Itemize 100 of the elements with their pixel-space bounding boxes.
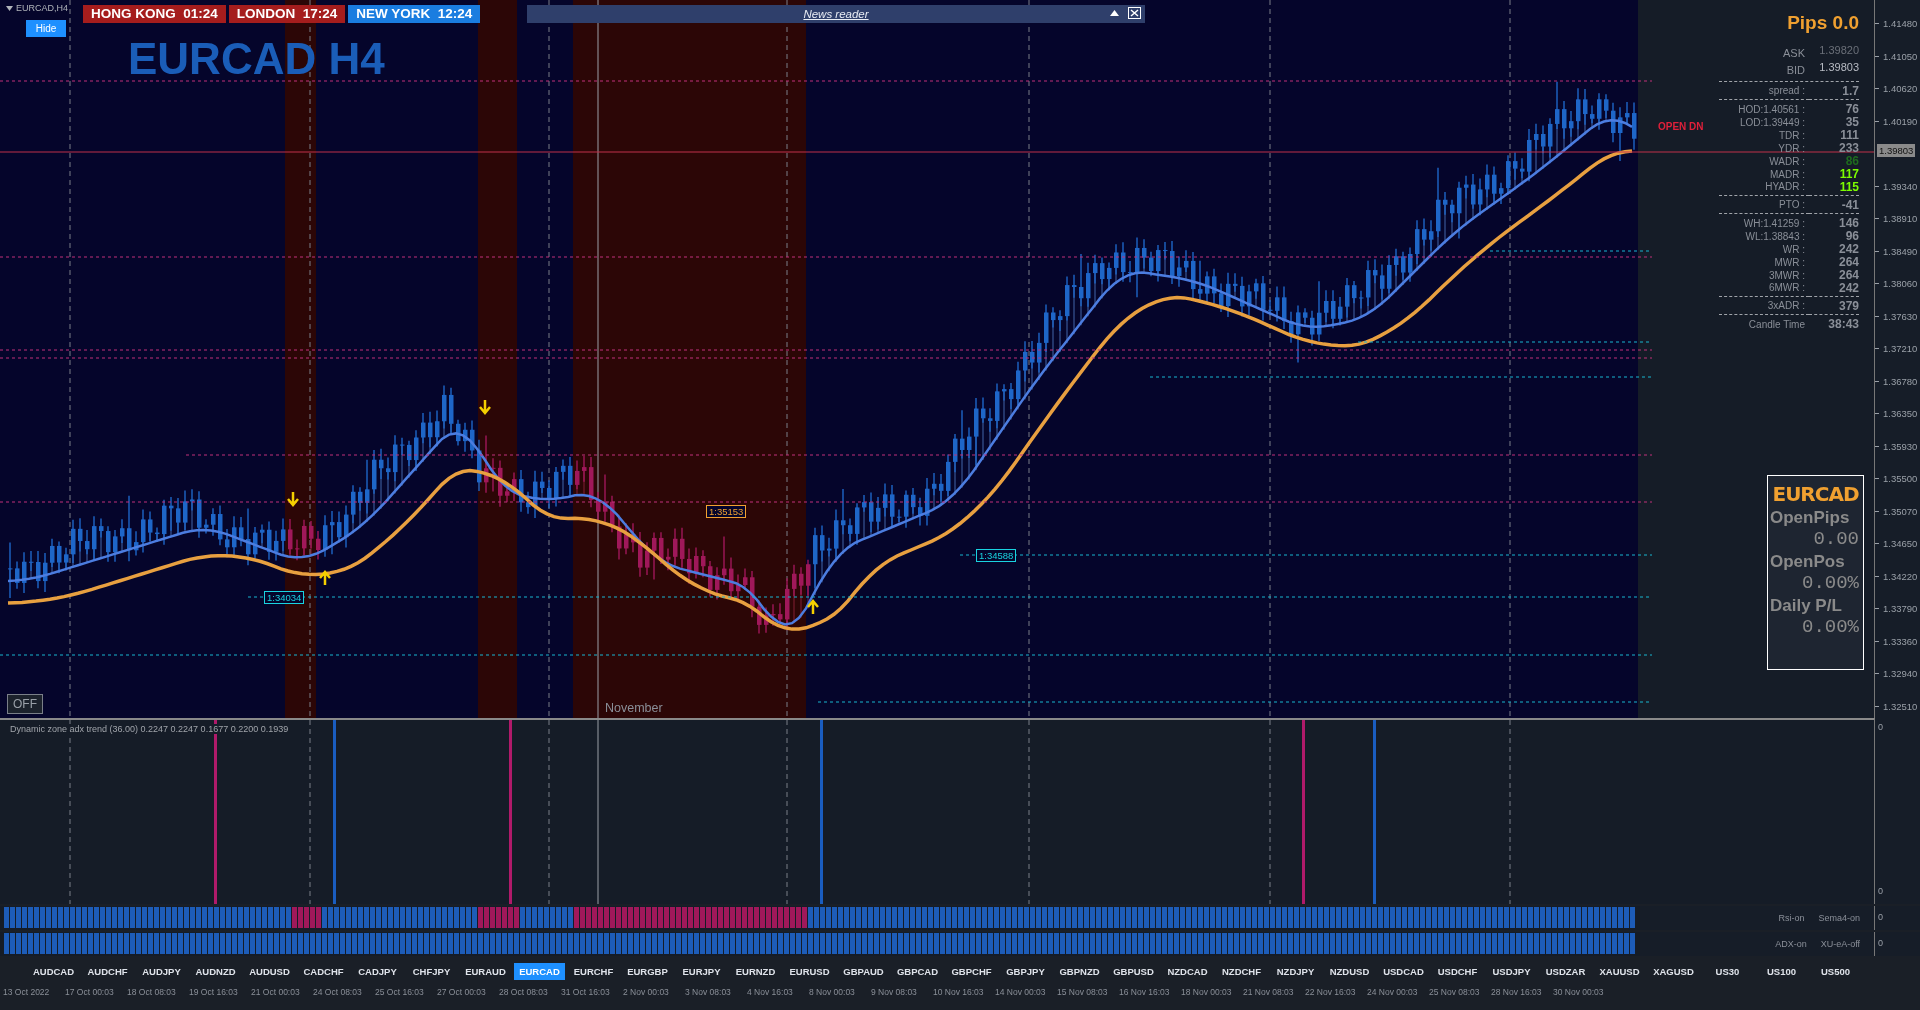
- symbol-button[interactable]: AUDCAD: [28, 962, 79, 980]
- date-label: 30 Nov 00:03: [1553, 987, 1605, 997]
- symbol-button[interactable]: EURCHF: [568, 962, 619, 980]
- stat-label: TDR :: [1777, 130, 1806, 141]
- news-reader-title[interactable]: News reader: [803, 8, 869, 20]
- stat-label: HYADR :: [1719, 181, 1809, 196]
- stat-value: 117: [1839, 168, 1859, 181]
- stat-value: 146: [1838, 217, 1859, 230]
- signal-text: OPEN DN: [1658, 121, 1704, 132]
- symbol-button[interactable]: NZDUSD: [1324, 962, 1375, 980]
- symbol-button[interactable]: USDJPY: [1486, 962, 1537, 980]
- collapse-icon[interactable]: [1109, 7, 1120, 18]
- price-tick: 1.35070: [1883, 505, 1918, 516]
- date-label: 25 Oct 16:03: [375, 987, 425, 997]
- stat-value: 242: [1838, 282, 1859, 295]
- symbol-button[interactable]: AUDUSD: [244, 962, 295, 980]
- stat-value: 379: [1838, 300, 1859, 313]
- symbol-button[interactable]: GBPCHF: [946, 962, 997, 980]
- stat-value: 96: [1845, 230, 1859, 243]
- symbol-button[interactable]: GBPJPY: [1000, 962, 1051, 980]
- symbol-button[interactable]: XAGUSD: [1648, 962, 1699, 980]
- symbol-button[interactable]: XAUUSD: [1594, 962, 1645, 980]
- price-tick: 1.33360: [1883, 635, 1918, 646]
- stat-value: 35: [1845, 116, 1859, 129]
- date-label: 28 Nov 16:03: [1491, 987, 1543, 997]
- date-label: 21 Oct 00:03: [251, 987, 301, 997]
- symbol-button[interactable]: EURGBP: [622, 962, 673, 980]
- price-tick: 1.32940: [1883, 667, 1918, 679]
- date-label: 15 Nov 08:03: [1057, 987, 1109, 997]
- session-clock: HONG KONG 01:24: [83, 5, 226, 23]
- symbol-button[interactable]: AUDNZD: [190, 962, 241, 980]
- symbol-button[interactable]: EURUSD: [784, 962, 835, 980]
- date-label: 28 Oct 08:03: [499, 987, 549, 997]
- symbol-button[interactable]: CHFJPY: [406, 962, 457, 980]
- stat-value: 76: [1845, 103, 1859, 116]
- price-tick: 1.38060: [1883, 277, 1918, 289]
- chart-title: EURCAD H4: [128, 34, 385, 84]
- price-level-label: 1:34588: [976, 549, 1017, 562]
- stat-label: MWR :: [1773, 257, 1806, 268]
- symbol-button[interactable]: GBPNZD: [1054, 962, 1105, 980]
- price-tick: 1.36780: [1883, 375, 1918, 386]
- symbol-button[interactable]: AUDCHF: [82, 962, 133, 980]
- date-label: 2 Nov 00:03: [623, 987, 670, 997]
- off-button[interactable]: OFF: [7, 694, 43, 714]
- symbol-button[interactable]: EURAUD: [460, 962, 511, 980]
- stat-value: 111: [1840, 129, 1859, 142]
- news-reader-bar[interactable]: News reader: [527, 5, 1145, 23]
- stat-value: 86: [1845, 155, 1859, 168]
- symbol-button[interactable]: GBPCAD: [892, 962, 943, 980]
- date-label: 18 Nov 00:03: [1181, 987, 1233, 997]
- symbol-button[interactable]: NZDCHF: [1216, 962, 1267, 980]
- ask-price: 1.39820: [1819, 44, 1859, 57]
- date-label: 24 Oct 08:03: [313, 987, 363, 997]
- date-label: 22 Nov 16:03: [1305, 987, 1357, 997]
- stat-label: WR :: [1781, 244, 1806, 255]
- symbol-button[interactable]: CADCHF: [298, 962, 349, 980]
- arrow-up-icon: [806, 599, 820, 616]
- current-price-label: 1.39803: [1877, 144, 1916, 157]
- stat-value: 264: [1838, 269, 1859, 282]
- symbol-button[interactable]: USDZAR: [1540, 962, 1591, 980]
- date-label: 24 Nov 00:03: [1367, 987, 1419, 997]
- strip-label: Sema4-on: [1818, 913, 1860, 923]
- price-level-label: 1:35153: [706, 505, 747, 518]
- symbol-button[interactable]: US500: [1810, 962, 1861, 980]
- account-value: 0.00: [1813, 528, 1860, 550]
- stat-value: 242: [1838, 243, 1859, 256]
- axis-label: 0: [1878, 722, 1883, 732]
- symbol-button[interactable]: CADJPY: [352, 962, 403, 980]
- symbol-button[interactable]: GBPUSD: [1108, 962, 1159, 980]
- symbol-button[interactable]: NZDJPY: [1270, 962, 1321, 980]
- symbol-button[interactable]: EURJPY: [676, 962, 727, 980]
- symbol-button[interactable]: USDCAD: [1378, 962, 1429, 980]
- price-tick: 1.35500: [1883, 472, 1918, 484]
- price-tick: 1.38910: [1883, 212, 1918, 224]
- date-label: 31 Oct 16:03: [561, 987, 611, 997]
- symbol-button[interactable]: NZDCAD: [1162, 962, 1213, 980]
- symbol-button[interactable]: US30: [1702, 962, 1753, 980]
- price-tick: 1.35930: [1883, 440, 1918, 451]
- date-label: 10 Nov 16:03: [933, 987, 985, 997]
- stat-value: 115: [1839, 181, 1859, 194]
- stat-label: 3xADR :: [1719, 300, 1809, 315]
- date-label: 17 Oct 00:03: [65, 987, 115, 997]
- price-tick: 1.37210: [1883, 342, 1918, 354]
- stat-label: MADR :: [1769, 169, 1806, 180]
- price-tick: 1.32510: [1883, 700, 1918, 711]
- date-label: 13 Oct 2022: [3, 987, 51, 997]
- stat-label: WADR :: [1768, 156, 1806, 167]
- date-label: 16 Nov 16:03: [1119, 987, 1171, 997]
- stat-label: LOD:1.39449 :: [1738, 117, 1806, 128]
- symbol-button[interactable]: US100: [1756, 962, 1807, 980]
- symbol-button[interactable]: USDCHF: [1432, 962, 1483, 980]
- caret-icon[interactable]: [6, 5, 13, 11]
- strip-label: ADX-on: [1775, 939, 1807, 949]
- symbol-button[interactable]: GBPAUD: [838, 962, 889, 980]
- date-label: 18 Oct 08:03: [127, 987, 177, 997]
- close-icon[interactable]: [1128, 7, 1141, 19]
- symbol-button[interactable]: AUDJPY: [136, 962, 187, 980]
- stat-label: WL:1.38843 :: [1744, 231, 1806, 242]
- price-tick: 1.41050: [1883, 50, 1918, 61]
- symbol-button[interactable]: EURNZD: [730, 962, 781, 980]
